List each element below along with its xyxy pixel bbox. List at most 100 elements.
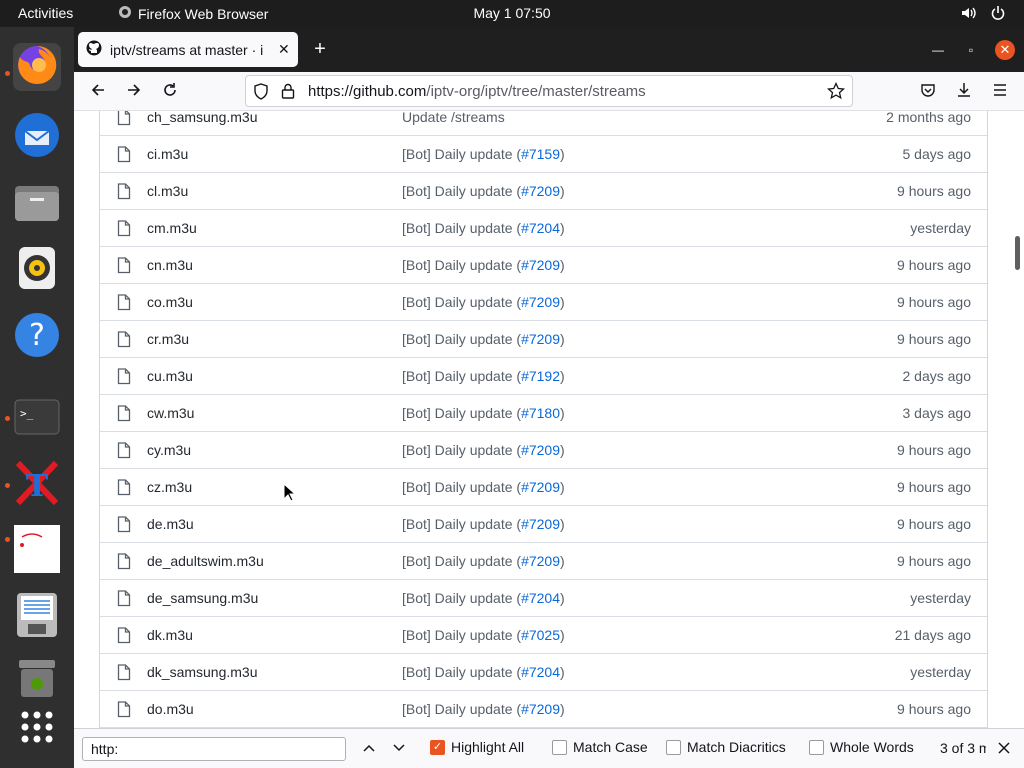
commit-text[interactable]: [Bot] Daily update ( <box>402 664 521 680</box>
pr-link[interactable]: #7025 <box>521 627 560 643</box>
find-close-button[interactable] <box>993 738 1015 760</box>
commit-text[interactable]: [Bot] Daily update ( <box>402 553 521 569</box>
file-row[interactable]: dk.m3u [Bot] Daily update (#7025) 21 days … <box>100 617 987 654</box>
dock-document-app[interactable] <box>13 524 61 575</box>
dock-help[interactable]: ? <box>13 312 61 361</box>
find-next-button[interactable] <box>388 738 410 760</box>
file-name-link[interactable]: cm.m3u <box>147 220 197 236</box>
pr-link[interactable]: #7180 <box>521 405 560 421</box>
commit-text[interactable]: Update /streams <box>402 111 505 125</box>
commit-text[interactable]: [Bot] Daily update ( <box>402 183 521 199</box>
commit-message[interactable]: [Bot] Daily update (#7209) <box>402 331 565 347</box>
commit-message[interactable]: [Bot] Daily update (#7204) <box>402 590 565 606</box>
activities-button[interactable]: Activities <box>18 5 73 21</box>
dock-rhythmbox[interactable] <box>13 246 61 294</box>
dock-text-editor[interactable] <box>13 592 61 641</box>
new-tab-button[interactable]: + <box>308 37 332 61</box>
system-tray[interactable] <box>960 5 1006 24</box>
commit-message[interactable]: [Bot] Daily update (#7209) <box>402 701 565 717</box>
commit-message[interactable]: [Bot] Daily update (#7209) <box>402 183 565 199</box>
commit-message[interactable]: [Bot] Daily update (#7192) <box>402 368 565 384</box>
file-name-link[interactable]: do.m3u <box>147 701 194 717</box>
commit-message[interactable]: [Bot] Daily update (#7209) <box>402 479 565 495</box>
pr-link[interactable]: #7159 <box>521 146 560 162</box>
pocket-button[interactable] <box>916 80 940 104</box>
commit-text[interactable]: [Bot] Daily update ( <box>402 257 521 273</box>
file-name-link[interactable]: cr.m3u <box>147 331 189 347</box>
commit-text[interactable]: [Bot] Daily update ( <box>402 627 521 643</box>
highlight-all-checkbox[interactable]: ✓ Highlight All <box>430 739 524 755</box>
commit-message[interactable]: [Bot] Daily update (#7209) <box>402 294 565 310</box>
commit-text[interactable]: [Bot] Daily update ( <box>402 516 521 532</box>
commit-text[interactable]: [Bot] Daily update ( <box>402 701 521 717</box>
commit-text[interactable]: [Bot] Daily update ( <box>402 590 521 606</box>
file-name-link[interactable]: cl.m3u <box>147 183 188 199</box>
pr-link[interactable]: #7209 <box>521 257 560 273</box>
file-row[interactable]: co.m3u [Bot] Daily update (#7209) 9 hours … <box>100 284 987 321</box>
commit-message[interactable]: [Bot] Daily update (#7209) <box>402 442 565 458</box>
dock-terminal[interactable]: >_ <box>13 395 61 443</box>
bookmark-star-icon[interactable] <box>826 81 846 105</box>
file-name-link[interactable]: cz.m3u <box>147 479 192 495</box>
file-row[interactable]: ci.m3u [Bot] Daily update (#7159) 5 days a… <box>100 136 987 173</box>
tab-github[interactable]: iptv/streams at master · i ✕ <box>78 32 298 67</box>
file-name-link[interactable]: cu.m3u <box>147 368 193 384</box>
file-row[interactable]: dk_samsung.m3u [Bot] Daily update (#7204)… <box>100 654 987 691</box>
maximize-button[interactable]: ▫ <box>961 40 981 60</box>
dock-xterm[interactable]: T <box>13 460 61 509</box>
pr-link[interactable]: #7209 <box>521 479 560 495</box>
url-bar[interactable]: https://github.com/iptv-org/iptv/tree/ma… <box>245 75 853 107</box>
commit-text[interactable]: [Bot] Daily update ( <box>402 479 521 495</box>
match-case-checkbox[interactable]: Match Case <box>552 739 648 755</box>
commit-text[interactable]: [Bot] Daily update ( <box>402 442 521 458</box>
commit-text[interactable]: [Bot] Daily update ( <box>402 146 521 162</box>
file-row[interactable]: cw.m3u [Bot] Daily update (#7180) 3 days a… <box>100 395 987 432</box>
reload-button[interactable] <box>158 80 182 104</box>
file-row[interactable]: de_samsung.m3u [Bot] Daily update (#7204)… <box>100 580 987 617</box>
commit-message[interactable]: [Bot] Daily update (#7204) <box>402 220 565 236</box>
commit-text[interactable]: [Bot] Daily update ( <box>402 368 521 384</box>
menu-button[interactable] <box>988 80 1012 104</box>
commit-message[interactable]: [Bot] Daily update (#7159) <box>402 146 565 162</box>
lock-icon[interactable] <box>281 83 295 104</box>
dock-files[interactable] <box>13 180 61 228</box>
show-apps-button[interactable] <box>13 705 61 753</box>
file-name-link[interactable]: de.m3u <box>147 516 194 532</box>
downloads-button[interactable] <box>952 80 976 104</box>
minimize-button[interactable]: — <box>928 40 948 60</box>
find-input[interactable] <box>82 737 346 761</box>
app-menu[interactable]: Firefox Web Browser <box>118 5 268 22</box>
commit-message[interactable]: [Bot] Daily update (#7209) <box>402 516 565 532</box>
back-button[interactable] <box>86 80 110 104</box>
pr-link[interactable]: #7209 <box>521 183 560 199</box>
pr-link[interactable]: #7209 <box>521 516 560 532</box>
commit-message[interactable]: [Bot] Daily update (#7209) <box>402 257 565 273</box>
dock-firefox[interactable] <box>13 43 61 91</box>
find-previous-button[interactable] <box>358 738 380 760</box>
file-name-link[interactable]: cy.m3u <box>147 442 191 458</box>
pr-link[interactable]: #7204 <box>521 664 560 680</box>
file-row[interactable]: de.m3u [Bot] Daily update (#7209) 9 hours … <box>100 506 987 543</box>
shield-icon[interactable] <box>253 83 269 105</box>
commit-text[interactable]: [Bot] Daily update ( <box>402 294 521 310</box>
commit-message[interactable]: [Bot] Daily update (#7180) <box>402 405 565 421</box>
commit-text[interactable]: [Bot] Daily update ( <box>402 331 521 347</box>
dock-trash[interactable] <box>13 657 61 705</box>
pr-link[interactable]: #7192 <box>521 368 560 384</box>
close-window-button[interactable]: ✕ <box>995 40 1015 60</box>
url-text[interactable]: https://github.com/iptv-org/iptv/tree/ma… <box>308 83 646 100</box>
file-name-link[interactable]: de_adultswim.m3u <box>147 553 264 569</box>
scrollbar-thumb[interactable] <box>1015 236 1020 270</box>
pr-link[interactable]: #7204 <box>521 590 560 606</box>
file-row[interactable]: de_adultswim.m3u [Bot] Daily update (#720… <box>100 543 987 580</box>
file-name-link[interactable]: co.m3u <box>147 294 193 310</box>
file-name-link[interactable]: dk.m3u <box>147 627 193 643</box>
file-name-link[interactable]: cw.m3u <box>147 405 194 421</box>
file-row[interactable]: cm.m3u [Bot] Daily update (#7204) yesterda… <box>100 210 987 247</box>
tab-close-icon[interactable]: ✕ <box>278 41 290 58</box>
file-row[interactable]: cu.m3u [Bot] Daily update (#7192) 2 days a… <box>100 358 987 395</box>
commit-message[interactable]: [Bot] Daily update (#7025) <box>402 627 565 643</box>
file-row[interactable]: cl.m3u [Bot] Daily update (#7209) 9 hours … <box>100 173 987 210</box>
match-diacritics-checkbox[interactable]: Match Diacritics <box>666 739 786 755</box>
file-name-link[interactable]: cn.m3u <box>147 257 193 273</box>
